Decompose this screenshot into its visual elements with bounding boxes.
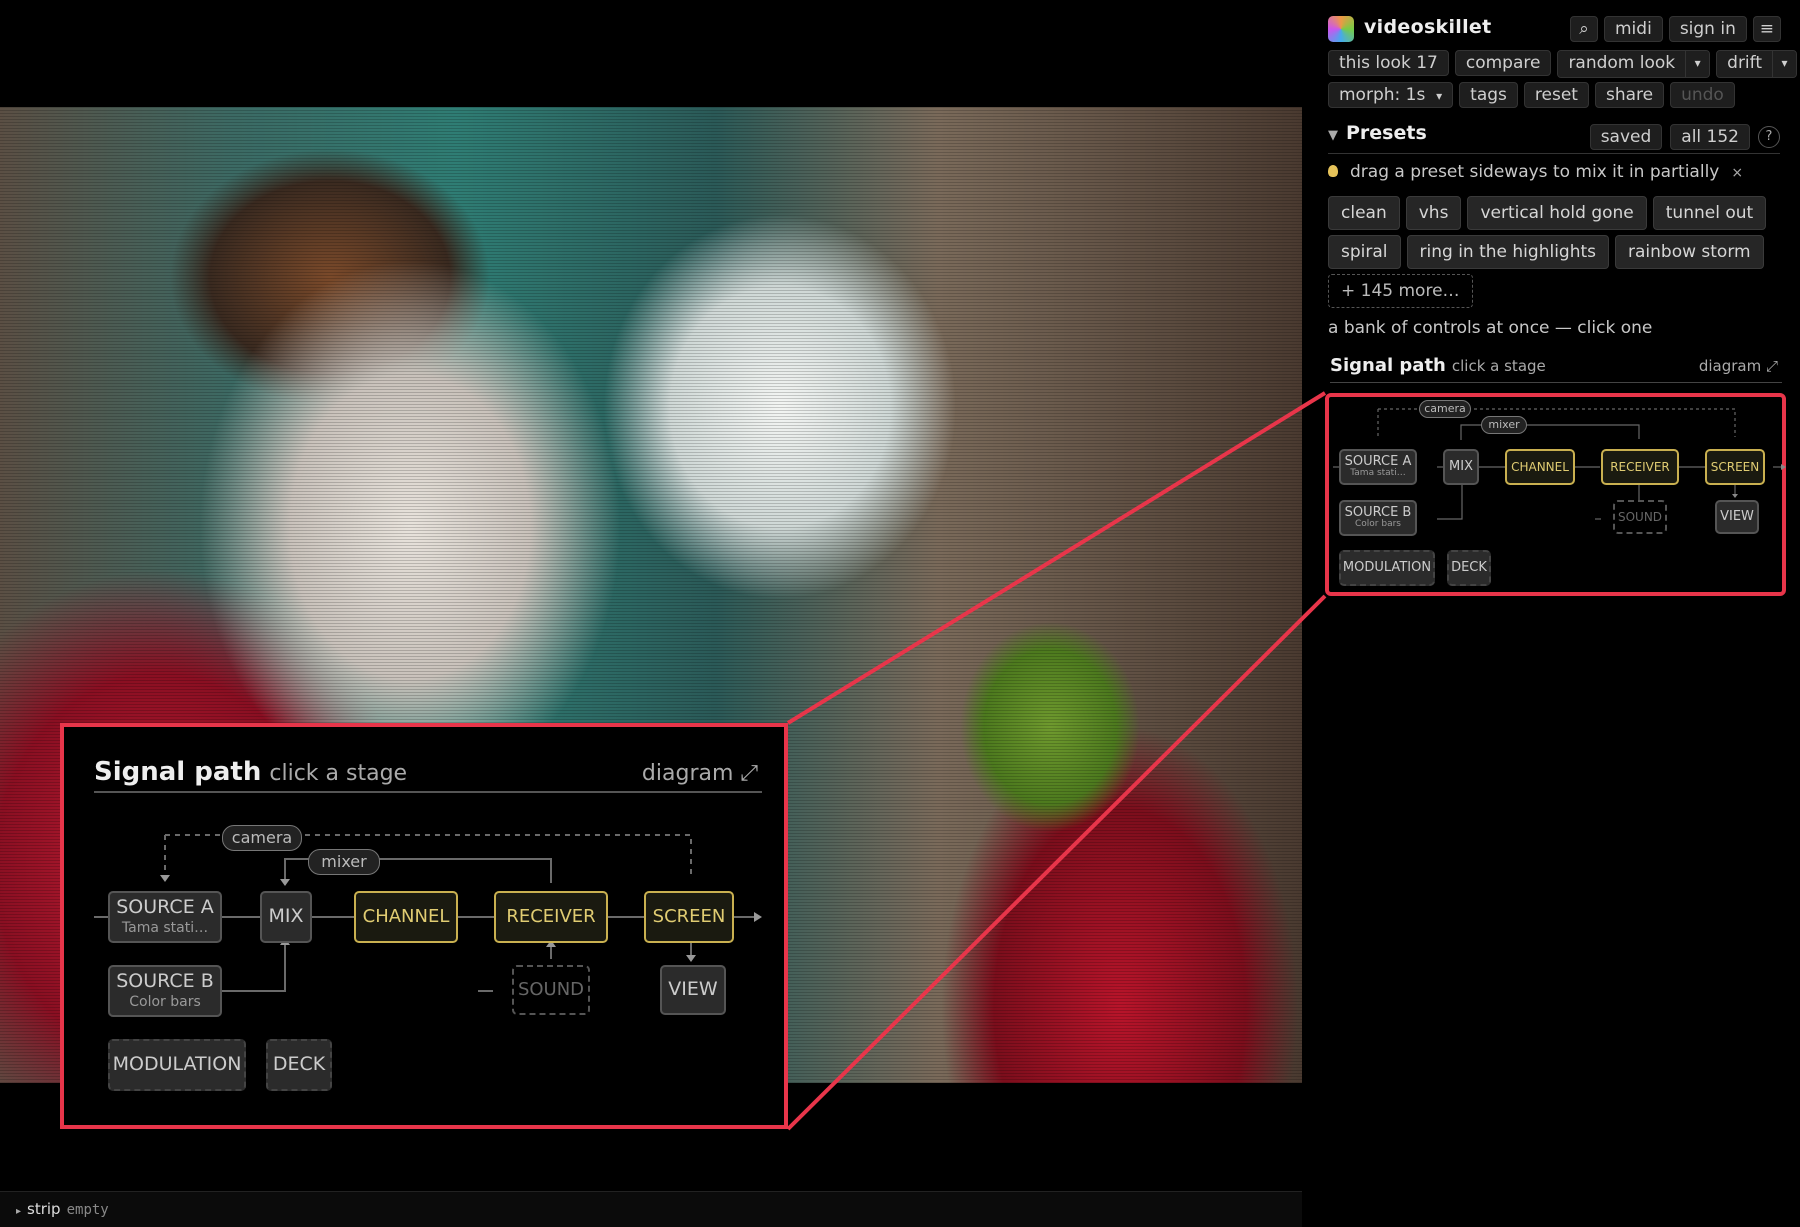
presets-header: ▼ Presets saved all 152 ? xyxy=(1328,122,1780,154)
zoom-stage-deck[interactable]: DECK xyxy=(266,1039,332,1091)
stage-sound[interactable]: SOUND xyxy=(1613,500,1667,534)
tip-text: drag a preset sideways to mix it in part… xyxy=(1350,162,1720,182)
signal-path-zoom-callout: Signal path click a stage diagram ⤢ camer… xyxy=(60,723,788,1129)
chevron-down-icon[interactable]: ▾ xyxy=(1772,51,1797,77)
signal-path-diagram-zoom: camera mixer SOURCE A Tama stati… MIX CHA… xyxy=(94,811,762,1111)
zoom-stage-sound[interactable]: SOUND xyxy=(512,965,590,1015)
preset-spiral[interactable]: spiral xyxy=(1328,235,1401,269)
preset-rainbow-storm[interactable]: rainbow storm xyxy=(1615,235,1764,269)
reset-button[interactable]: reset xyxy=(1523,82,1589,108)
zoom-signal-path-subtitle: click a stage xyxy=(269,761,408,786)
preset-ring-in-the-highlights[interactable]: ring in the highlights xyxy=(1406,235,1609,269)
toolbar-row-1: this look 17 compare random look ▾ drift… xyxy=(1328,50,1798,78)
app-title: videoskillet xyxy=(1364,16,1492,38)
random-look-split: random look ▾ xyxy=(1557,50,1711,78)
zoom-stage-view[interactable]: VIEW xyxy=(660,965,726,1015)
signal-path-title: Signal path xyxy=(1330,355,1446,376)
share-button[interactable]: share xyxy=(1594,82,1665,108)
close-icon[interactable]: × xyxy=(1731,165,1743,181)
zoom-stage-mix[interactable]: MIX xyxy=(260,891,312,943)
drift-button[interactable]: drift xyxy=(1717,51,1773,77)
stage-source-b[interactable]: SOURCE B Color bars xyxy=(1339,500,1417,536)
zoom-signal-path-header: Signal path click a stage diagram ⤢ xyxy=(94,757,762,793)
stage-screen[interactable]: SCREEN xyxy=(1705,449,1765,485)
preset-row-2: spiral ring in the highlights rainbow st… xyxy=(1328,235,1764,269)
preset-row-1: clean vhs vertical hold gone tunnel out xyxy=(1328,196,1767,230)
stage-receiver[interactable]: RECEIVER xyxy=(1601,449,1679,485)
preset-vhs[interactable]: vhs xyxy=(1405,196,1462,230)
stage-channel[interactable]: CHANNEL xyxy=(1505,449,1575,485)
zoom-stage-screen[interactable]: SCREEN xyxy=(644,891,734,943)
app-logo-icon xyxy=(1328,16,1354,42)
control-panel xyxy=(1302,0,1800,1227)
stage-view[interactable]: VIEW xyxy=(1715,500,1759,534)
zoom-signal-path-title: Signal path xyxy=(94,757,262,787)
search-icon[interactable]: ⌕ xyxy=(1570,16,1598,42)
zoom-source-b-sublabel: Color bars xyxy=(129,994,201,1011)
zoom-mixer-label: mixer xyxy=(308,849,380,875)
zoom-diagram-expand-link[interactable]: diagram ⤢ xyxy=(642,761,758,786)
random-look-button[interactable]: random look xyxy=(1558,51,1686,77)
help-icon[interactable]: ? xyxy=(1758,126,1780,148)
source-b-label: SOURCE B xyxy=(1344,505,1412,521)
stage-deck[interactable]: DECK xyxy=(1447,550,1491,586)
source-a-sublabel: Tama stati… xyxy=(1350,468,1406,479)
strip-status: empty xyxy=(66,1202,109,1218)
all-presets-button[interactable]: all 152 xyxy=(1670,124,1750,150)
chevron-down-icon: ▾ xyxy=(1436,89,1443,103)
zoom-stage-source-a[interactable]: SOURCE A Tama stati… xyxy=(108,891,222,943)
zoom-stage-source-b[interactable]: SOURCE B Color bars xyxy=(108,965,222,1017)
signal-path-header: Signal path click a stage diagram ⤢ xyxy=(1330,355,1782,383)
preset-vertical-hold-gone[interactable]: vertical hold gone xyxy=(1467,196,1647,230)
signal-path-subtitle: click a stage xyxy=(1451,357,1546,375)
drift-split: drift ▾ xyxy=(1716,50,1798,78)
preset-clean[interactable]: clean xyxy=(1328,196,1400,230)
camera-label: camera xyxy=(1419,400,1471,418)
collapse-icon[interactable]: ▼ xyxy=(1328,128,1338,143)
morph-label: morph: 1s xyxy=(1339,85,1426,105)
zoom-source-b-label: SOURCE B xyxy=(116,970,214,993)
source-a-label: SOURCE A xyxy=(1344,454,1412,470)
zoom-source-a-sublabel: Tama stati… xyxy=(121,920,209,937)
strip-bar[interactable]: ▸ strip empty xyxy=(0,1191,1302,1227)
strip-expand-icon[interactable]: ▸ xyxy=(16,1206,21,1217)
morph-select[interactable]: morph: 1s ▾ xyxy=(1328,82,1454,108)
mixer-label: mixer xyxy=(1481,416,1527,434)
source-b-sublabel: Color bars xyxy=(1355,519,1401,530)
stage-source-a[interactable]: SOURCE A Tama stati… xyxy=(1339,449,1417,485)
diagram-expand-link[interactable]: diagram ⤢ xyxy=(1699,357,1778,375)
header-actions: ⌕ midi sign in ≡ xyxy=(1570,16,1781,42)
stage-modulation[interactable]: MODULATION xyxy=(1339,550,1435,586)
zoom-camera-label: camera xyxy=(222,825,302,851)
strip-label: strip xyxy=(27,1200,61,1218)
zoom-stage-channel[interactable]: CHANNEL xyxy=(354,891,458,943)
sign-in-button[interactable]: sign in xyxy=(1668,16,1747,42)
signal-path-diagram-small: camera mixer SOURCE A Tama stati… MIX CHA… xyxy=(1333,397,1786,592)
zoom-stage-receiver[interactable]: RECEIVER xyxy=(494,891,608,943)
undo-button[interactable]: undo xyxy=(1670,82,1735,108)
tags-button[interactable]: tags xyxy=(1459,82,1518,108)
preset-tunnel-out[interactable]: tunnel out xyxy=(1652,196,1767,230)
zoom-stage-modulation[interactable]: MODULATION xyxy=(108,1039,246,1091)
midi-button[interactable]: midi xyxy=(1604,16,1663,42)
presets-tip: drag a preset sideways to mix it in part… xyxy=(1328,162,1743,182)
compare-button[interactable]: compare xyxy=(1454,50,1552,76)
chevron-down-icon[interactable]: ▾ xyxy=(1685,51,1710,77)
more-presets-button[interactable]: + 145 more… xyxy=(1328,274,1473,308)
saved-button[interactable]: saved xyxy=(1589,124,1663,150)
bank-hint: a bank of controls at once — click one xyxy=(1328,318,1653,338)
zoom-source-a-label: SOURCE A xyxy=(116,896,214,919)
preset-row-3: + 145 more… xyxy=(1328,274,1473,308)
stage-mix[interactable]: MIX xyxy=(1443,449,1479,485)
this-look-button[interactable]: this look 17 xyxy=(1328,50,1449,76)
menu-icon[interactable]: ≡ xyxy=(1752,16,1781,42)
presets-title[interactable]: Presets xyxy=(1346,122,1427,144)
lightbulb-icon xyxy=(1328,165,1338,177)
toolbar-row-2: morph: 1s ▾ tags reset share undo xyxy=(1328,82,1735,108)
